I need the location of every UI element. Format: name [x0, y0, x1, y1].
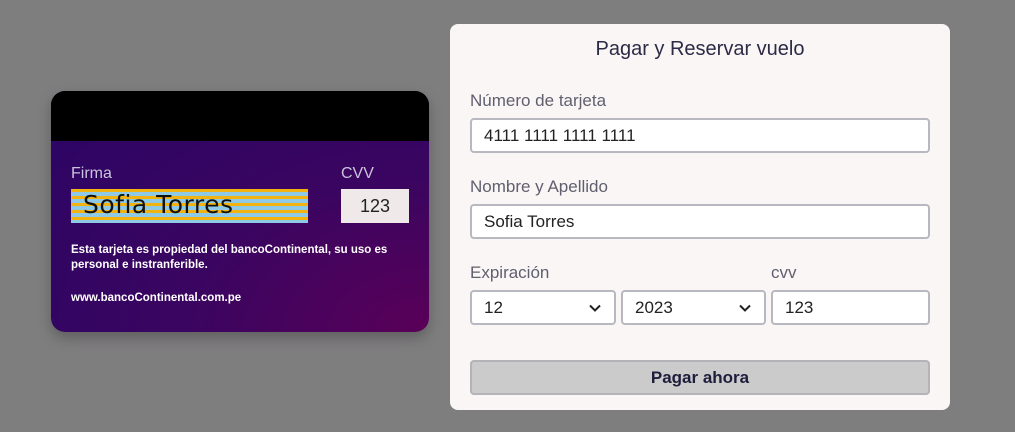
name-value: Sofia Torres — [484, 211, 575, 231]
signature-name: Sofia Torres — [83, 190, 234, 219]
form-title: Pagar y Reservar vuelo — [595, 38, 805, 60]
card-cvv-box: 123 — [341, 189, 409, 223]
month-value: 12 — [484, 297, 503, 317]
cvv-input[interactable]: 123 — [771, 290, 930, 325]
cvv-value: 123 — [785, 297, 814, 317]
name-label: Nombre y Apellido — [470, 177, 608, 196]
month-select[interactable]: 12 — [470, 290, 616, 325]
payment-form: Pagar y Reservar vuelo Número de tarjeta… — [450, 24, 950, 410]
card-website: www.bancoContinental.com.pe — [71, 292, 242, 304]
name-input[interactable]: Sofia Torres — [470, 204, 930, 239]
expiration-label: Expiración — [470, 263, 550, 282]
card-number-input[interactable]: 4111 1111 1111 1111 — [470, 118, 930, 153]
chevron-down-icon — [589, 304, 601, 312]
chevron-down-icon — [739, 304, 751, 312]
signature-strip: Sofia Torres — [71, 189, 308, 223]
card-number-value: 4111 1111 1111 1111 — [484, 125, 636, 145]
year-select[interactable]: 2023 — [621, 290, 766, 325]
pay-now-button[interactable]: Pagar ahora — [470, 360, 930, 395]
magnetic-stripe — [51, 91, 429, 141]
card-number-label: Número de tarjeta — [470, 91, 607, 110]
year-value: 2023 — [635, 297, 673, 317]
card-legal-text: Esta tarjeta es propiedad del bancoConti… — [71, 244, 388, 271]
card-cvv-label: CVV — [341, 165, 374, 182]
signature-label: Firma — [71, 165, 112, 182]
credit-card-back: Firma CVV Sofia Torres 123 Esta tarjeta … — [51, 91, 429, 332]
cvv-label: cvv — [771, 263, 797, 282]
